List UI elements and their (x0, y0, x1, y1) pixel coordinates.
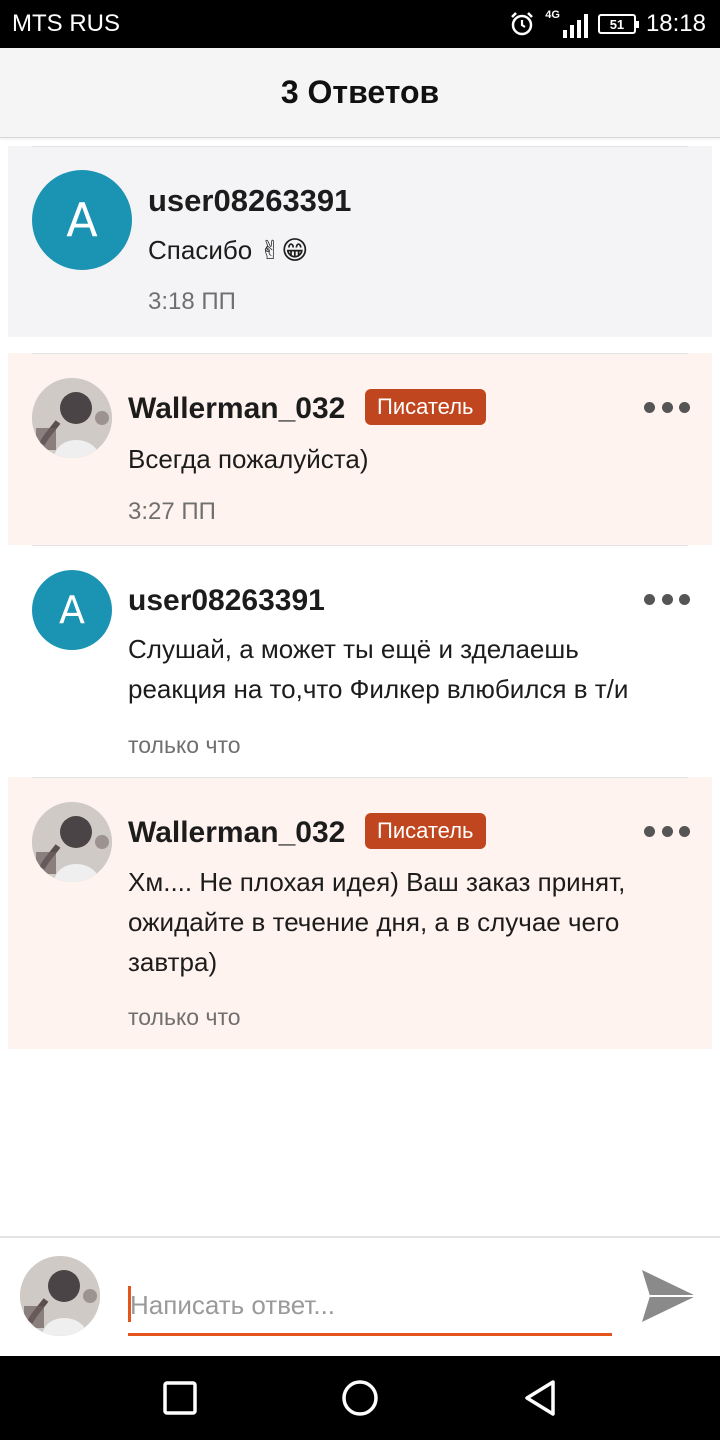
more-options-icon[interactable] (644, 821, 690, 841)
divider (32, 353, 688, 354)
carrier-name: MTS RUS (12, 10, 120, 37)
replies-header: 3 Ответов (0, 48, 720, 138)
comment-author[interactable]: Wallerman_032 (128, 392, 345, 426)
text-cursor (128, 1286, 131, 1322)
reply-item: Wallerman_032 Писатель Всегда пожалуйста… (8, 353, 712, 545)
reply-input[interactable] (128, 1278, 612, 1336)
comment-text: Всегда пожалуйста) (128, 444, 369, 474)
writer-badge: Писатель (365, 389, 486, 425)
avatar-image (20, 1256, 100, 1336)
avatar-image (32, 378, 112, 458)
comment-author[interactable]: user08263391 (148, 183, 351, 219)
avatar[interactable] (32, 378, 112, 458)
original-comment: A user08263391 Спасибо ✌😁 3:18 ПП (8, 146, 712, 337)
divider (32, 777, 688, 778)
status-time: 18:18 (645, 10, 706, 37)
comment-time: только что (128, 1004, 241, 1030)
reply-item: Wallerman_032 Писатель Хм.... Не плохая … (8, 777, 712, 1049)
divider (32, 146, 688, 147)
alarm-icon (511, 12, 534, 36)
comment-text: Слушай, а может ты ещё и зделаешь реакци… (128, 634, 629, 704)
comment-time: только что (128, 732, 241, 758)
nav-back-icon[interactable] (522, 1378, 558, 1418)
send-icon[interactable] (640, 1268, 698, 1324)
system-nav-bar (0, 1356, 720, 1440)
reply-bar (0, 1236, 720, 1356)
battery-level: 51 (609, 16, 625, 32)
signal-icon: 4G (545, 10, 588, 38)
comment-text: Хм.... Не плохая идея) Ваш заказ принят,… (128, 867, 626, 977)
more-options-icon[interactable] (644, 397, 690, 417)
status-bar: MTS RUS 4G 51 18:18 (0, 0, 720, 48)
nav-home-icon[interactable] (340, 1378, 380, 1418)
avatar-image (32, 802, 112, 882)
page-title: 3 Ответов (280, 74, 440, 110)
network-type: 4G (545, 9, 560, 21)
avatar[interactable] (32, 802, 112, 882)
comment-author[interactable]: user08263391 (128, 584, 325, 618)
avatar[interactable]: A (32, 170, 132, 270)
avatar[interactable]: A (32, 570, 112, 650)
comment-text: Спасибо ✌😁 (148, 235, 309, 265)
reply-item: A user08263391 Слушай, а может ты ещё и … (8, 545, 712, 777)
comment-time: 3:18 ПП (148, 288, 236, 315)
divider (32, 545, 688, 546)
battery-icon: 51 (597, 14, 639, 34)
current-user-avatar[interactable] (20, 1256, 100, 1336)
nav-recents-icon[interactable] (162, 1380, 198, 1416)
comment-time: 3:27 ПП (128, 498, 216, 525)
writer-badge: Писатель (365, 813, 486, 849)
comment-author[interactable]: Wallerman_032 (128, 816, 345, 850)
more-options-icon[interactable] (644, 589, 690, 609)
